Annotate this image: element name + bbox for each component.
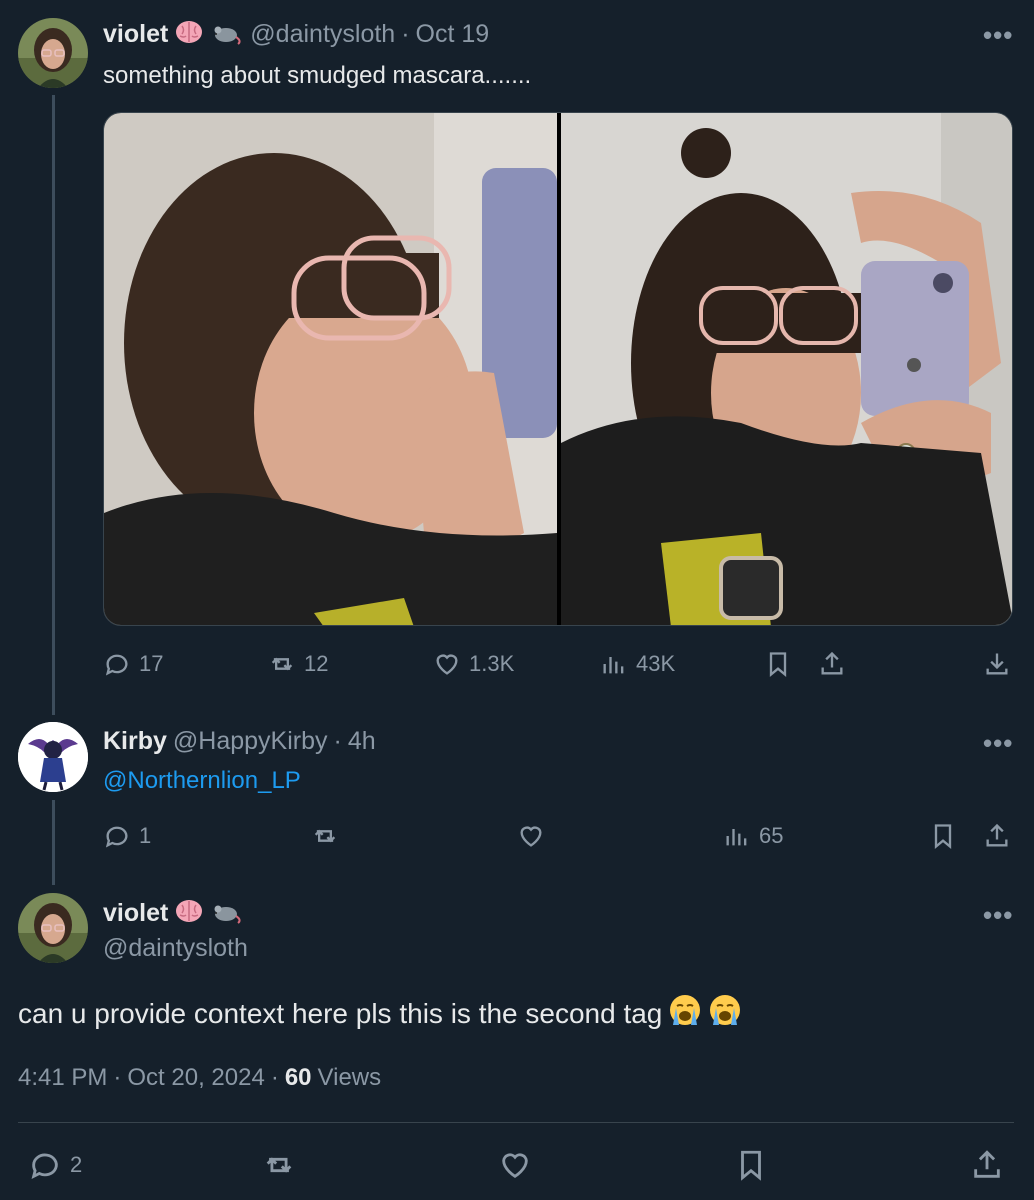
retweet-button[interactable] <box>311 822 339 850</box>
tweet-header: Kirby @HappyKirby · 4h <box>103 727 376 756</box>
reply-icon <box>105 826 128 848</box>
divider <box>18 1122 1014 1123</box>
separator: · <box>113 1064 122 1091</box>
like-button[interactable] <box>498 1148 532 1182</box>
tweet-header: violet @daintysloth · Oct 19 <box>103 19 489 50</box>
share-button[interactable] <box>970 1148 1004 1182</box>
like-button[interactable] <box>517 822 545 850</box>
share-button[interactable] <box>818 650 846 678</box>
tweet-date[interactable]: Oct 19 <box>416 20 490 49</box>
tweet-meta: 4:41 PM · Oct 20, 2024 · 60 Views <box>18 1064 381 1092</box>
mention-link[interactable]: @Northernlion_LP <box>103 767 301 795</box>
photo-right[interactable] <box>561 113 1012 625</box>
loudly-crying-face-icon <box>708 993 742 1034</box>
retweet-count: 12 <box>304 651 329 676</box>
tweet-text: can u provide context here pls this is t… <box>18 997 663 1029</box>
tweet-body: can u provide context here pls this is t… <box>18 993 742 1034</box>
handle[interactable]: @daintysloth <box>250 20 395 49</box>
heart-icon <box>502 1153 528 1179</box>
tweet-header: violet <box>103 898 244 929</box>
avatar[interactable] <box>18 722 88 792</box>
reply-count: 17 <box>139 651 164 676</box>
avatar[interactable] <box>18 18 88 88</box>
analytics-icon <box>603 657 624 674</box>
avatar[interactable] <box>18 893 88 963</box>
handle[interactable]: @daintysloth <box>103 934 248 963</box>
media-grid <box>103 112 1013 626</box>
brain-icon <box>174 19 204 50</box>
bookmark-icon <box>741 1150 761 1181</box>
reply-count: 1 <box>139 823 152 848</box>
download-button[interactable] <box>983 650 1011 678</box>
more-options-icon[interactable]: ••• <box>983 728 1013 759</box>
bookmark-button[interactable] <box>734 1148 768 1182</box>
views-count: 65 <box>759 823 784 848</box>
heart-icon <box>436 654 458 675</box>
retweet-icon <box>314 829 336 843</box>
views-count: 43K <box>636 651 676 676</box>
rat-icon <box>210 898 244 929</box>
views-button[interactable]: 65 <box>723 822 783 850</box>
separator: · <box>333 727 342 755</box>
share-button[interactable] <box>983 822 1011 850</box>
reply-button[interactable]: 17 <box>103 650 163 678</box>
reply-count: 2 <box>70 1152 83 1177</box>
reply-button[interactable]: 1 <box>103 822 151 850</box>
reply-icon <box>105 654 128 676</box>
retweet-icon <box>271 657 293 671</box>
display-name[interactable]: Kirby <box>103 727 167 756</box>
handle[interactable]: @HappyKirby <box>173 727 328 756</box>
more-options-icon[interactable]: ••• <box>983 20 1013 51</box>
rat-icon <box>210 19 244 50</box>
bookmark-icon <box>769 652 787 677</box>
display-name[interactable]: violet <box>103 899 168 928</box>
reply-button[interactable]: 2 <box>28 1148 82 1182</box>
tweet-full-date[interactable]: Oct 20, 2024 <box>127 1064 264 1092</box>
share-icon <box>986 823 1008 847</box>
display-name[interactable]: violet <box>103 20 168 49</box>
like-count: 1.3K <box>469 651 515 676</box>
retweet-button[interactable] <box>262 1148 296 1182</box>
thread-line <box>52 800 55 885</box>
tweet-date[interactable]: 4h <box>348 727 376 756</box>
bookmark-button[interactable] <box>929 822 957 850</box>
separator: · <box>401 20 410 48</box>
bookmark-icon <box>934 824 952 849</box>
views-label: Views <box>317 1064 382 1091</box>
analytics-icon <box>726 829 747 846</box>
reply-icon <box>31 1153 58 1179</box>
share-icon <box>821 651 843 675</box>
retweet-button[interactable]: 12 <box>268 650 328 678</box>
more-options-icon[interactable]: ••• <box>983 900 1013 931</box>
brain-icon <box>174 898 204 929</box>
bookmark-button[interactable] <box>764 650 792 678</box>
thread-line <box>52 95 55 715</box>
like-button[interactable]: 1.3K <box>433 650 514 678</box>
tweet-text: something about smudged mascara....... <box>103 62 532 89</box>
share-icon <box>974 1150 1000 1178</box>
heart-icon <box>520 826 542 847</box>
photo-left[interactable] <box>104 113 557 625</box>
separator: · <box>270 1064 279 1091</box>
views-count: 60 <box>284 1064 312 1091</box>
loudly-crying-face-icon <box>668 993 702 1034</box>
tweet-time[interactable]: 4:41 PM <box>18 1064 107 1092</box>
download-icon <box>986 653 1008 675</box>
views-button[interactable]: 43K <box>600 650 675 678</box>
retweet-icon <box>266 1157 292 1173</box>
